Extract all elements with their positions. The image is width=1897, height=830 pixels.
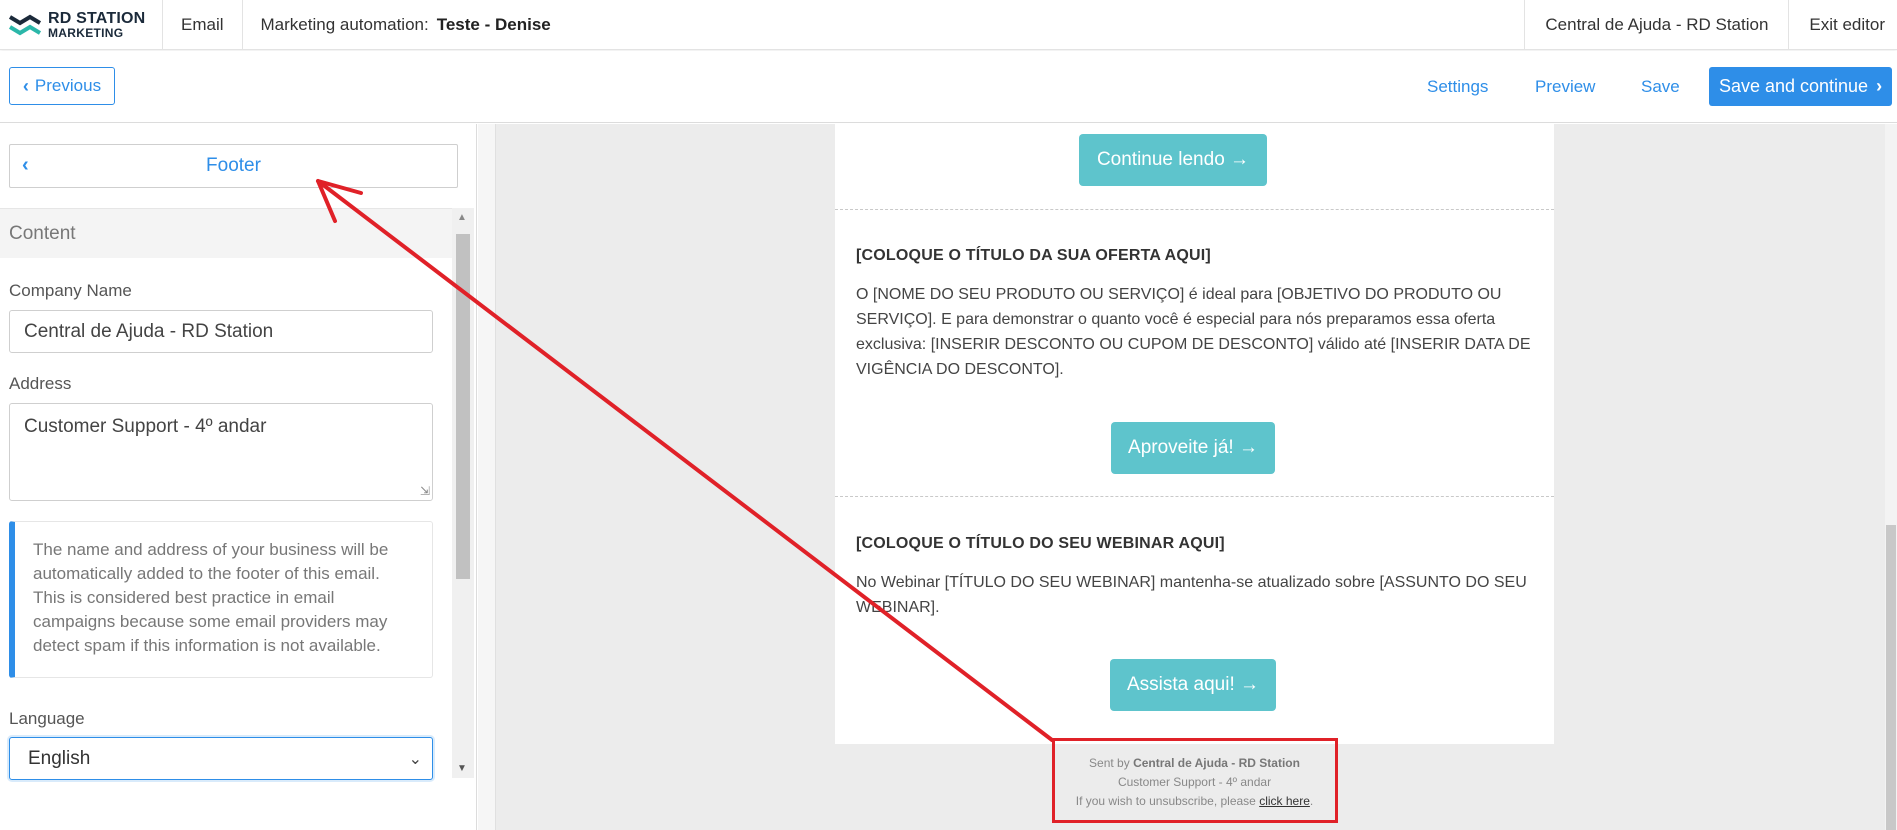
preview-button[interactable]: Preview bbox=[1535, 77, 1595, 97]
section-divider bbox=[835, 496, 1554, 497]
top-navigation: RD STATION MARKETING Email Marketing aut… bbox=[0, 0, 1897, 50]
language-select[interactable]: English ⌄ bbox=[9, 737, 433, 780]
logo-line1: RD STATION bbox=[48, 9, 146, 27]
preview-left-strip bbox=[478, 124, 496, 830]
previous-label: Previous bbox=[34, 76, 102, 95]
company-name-input[interactable]: Central de Ajuda - RD Station bbox=[9, 310, 433, 353]
watch-webinar-button[interactable]: Assista aqui! → bbox=[1110, 659, 1276, 711]
scroll-down-icon[interactable]: ▼ bbox=[457, 763, 467, 774]
nav-email[interactable]: Email bbox=[163, 0, 243, 50]
language-value: English bbox=[28, 747, 91, 769]
address-textarea[interactable]: Customer Support - 4º andar ⇲ bbox=[9, 403, 433, 501]
exit-editor-button[interactable]: Exit editor bbox=[1788, 0, 1897, 50]
company-name-label: Company Name bbox=[9, 281, 132, 300]
nav-automation: Marketing automation: Teste - Denise bbox=[243, 0, 569, 50]
save-and-continue-label: Save and continue bbox=[1718, 76, 1869, 96]
offer-title: [COLOQUE O TÍTULO DA SUA OFERTA AQUI] bbox=[856, 247, 1211, 264]
automation-label: Marketing automation: bbox=[260, 14, 429, 34]
email-preview-area: Continue lendo → [COLOQUE O TÍTULO DA SU… bbox=[478, 124, 1897, 830]
help-link-label: Central de Ajuda - RD Station bbox=[1545, 14, 1769, 34]
take-offer-button[interactable]: Aproveite já! → bbox=[1111, 422, 1275, 474]
chevron-right-icon: › bbox=[1876, 76, 1883, 96]
settings-button[interactable]: Settings bbox=[1427, 77, 1488, 97]
chevron-left-icon: ‹ bbox=[22, 154, 29, 176]
action-bar: ‹ Previous Settings Preview Save Save an… bbox=[0, 51, 1897, 123]
sidebar-scroll-thumb[interactable] bbox=[456, 234, 470, 579]
automation-name: Teste - Denise bbox=[436, 14, 551, 34]
language-label: Language bbox=[9, 709, 85, 728]
sidebar-scrollbar[interactable]: ▲ ▼ bbox=[452, 208, 474, 778]
offer-body: O [NOME DO SEU PRODUTO OU SERVIÇO] é ide… bbox=[856, 286, 1531, 378]
section-divider bbox=[835, 209, 1554, 210]
webinar-body: No Webinar [TÍTULO DO SEU WEBINAR] mante… bbox=[856, 574, 1527, 616]
logo-line2: MARKETING bbox=[48, 25, 124, 40]
exit-editor-label: Exit editor bbox=[1809, 14, 1885, 34]
email-canvas: Continue lendo → [COLOQUE O TÍTULO DA SU… bbox=[835, 124, 1554, 744]
content-header-label: Content bbox=[9, 222, 76, 244]
chevron-down-icon: ⌄ bbox=[408, 751, 422, 768]
content-section-header: Content bbox=[0, 208, 452, 258]
editor-sidebar: ‹ Footer Content ▲ ▼ Company Name Centra… bbox=[0, 124, 477, 830]
address-value: Customer Support - 4º andar bbox=[24, 416, 267, 437]
previous-button[interactable]: ‹ Previous bbox=[9, 67, 115, 105]
preview-scroll-thumb[interactable] bbox=[1886, 525, 1896, 830]
continue-reading-button[interactable]: Continue lendo → bbox=[1079, 134, 1267, 186]
footer-info-box: The name and address of your business wi… bbox=[9, 521, 433, 678]
nav-email-label: Email bbox=[181, 14, 224, 34]
footer-highlight-box bbox=[1052, 738, 1338, 823]
footer-title: Footer bbox=[206, 155, 261, 176]
chevron-left-icon: ‹ bbox=[22, 75, 29, 96]
save-and-continue-button[interactable]: Save and continue › bbox=[1709, 67, 1892, 106]
rd-logo-icon bbox=[8, 14, 42, 35]
rd-station-logo[interactable]: RD STATION MARKETING bbox=[0, 0, 163, 50]
scroll-up-icon[interactable]: ▲ bbox=[457, 212, 467, 223]
footer-back-button[interactable]: ‹ Footer bbox=[9, 144, 458, 188]
resize-handle-icon[interactable]: ⇲ bbox=[420, 484, 430, 498]
webinar-title: [COLOQUE O TÍTULO DO SEU WEBINAR AQUI] bbox=[856, 535, 1225, 552]
address-label: Address bbox=[9, 374, 72, 393]
company-name-value: Central de Ajuda - RD Station bbox=[24, 320, 274, 342]
footer-info-text: The name and address of your business wi… bbox=[33, 540, 389, 655]
save-button[interactable]: Save bbox=[1641, 77, 1680, 97]
help-link[interactable]: Central de Ajuda - RD Station bbox=[1524, 0, 1788, 50]
